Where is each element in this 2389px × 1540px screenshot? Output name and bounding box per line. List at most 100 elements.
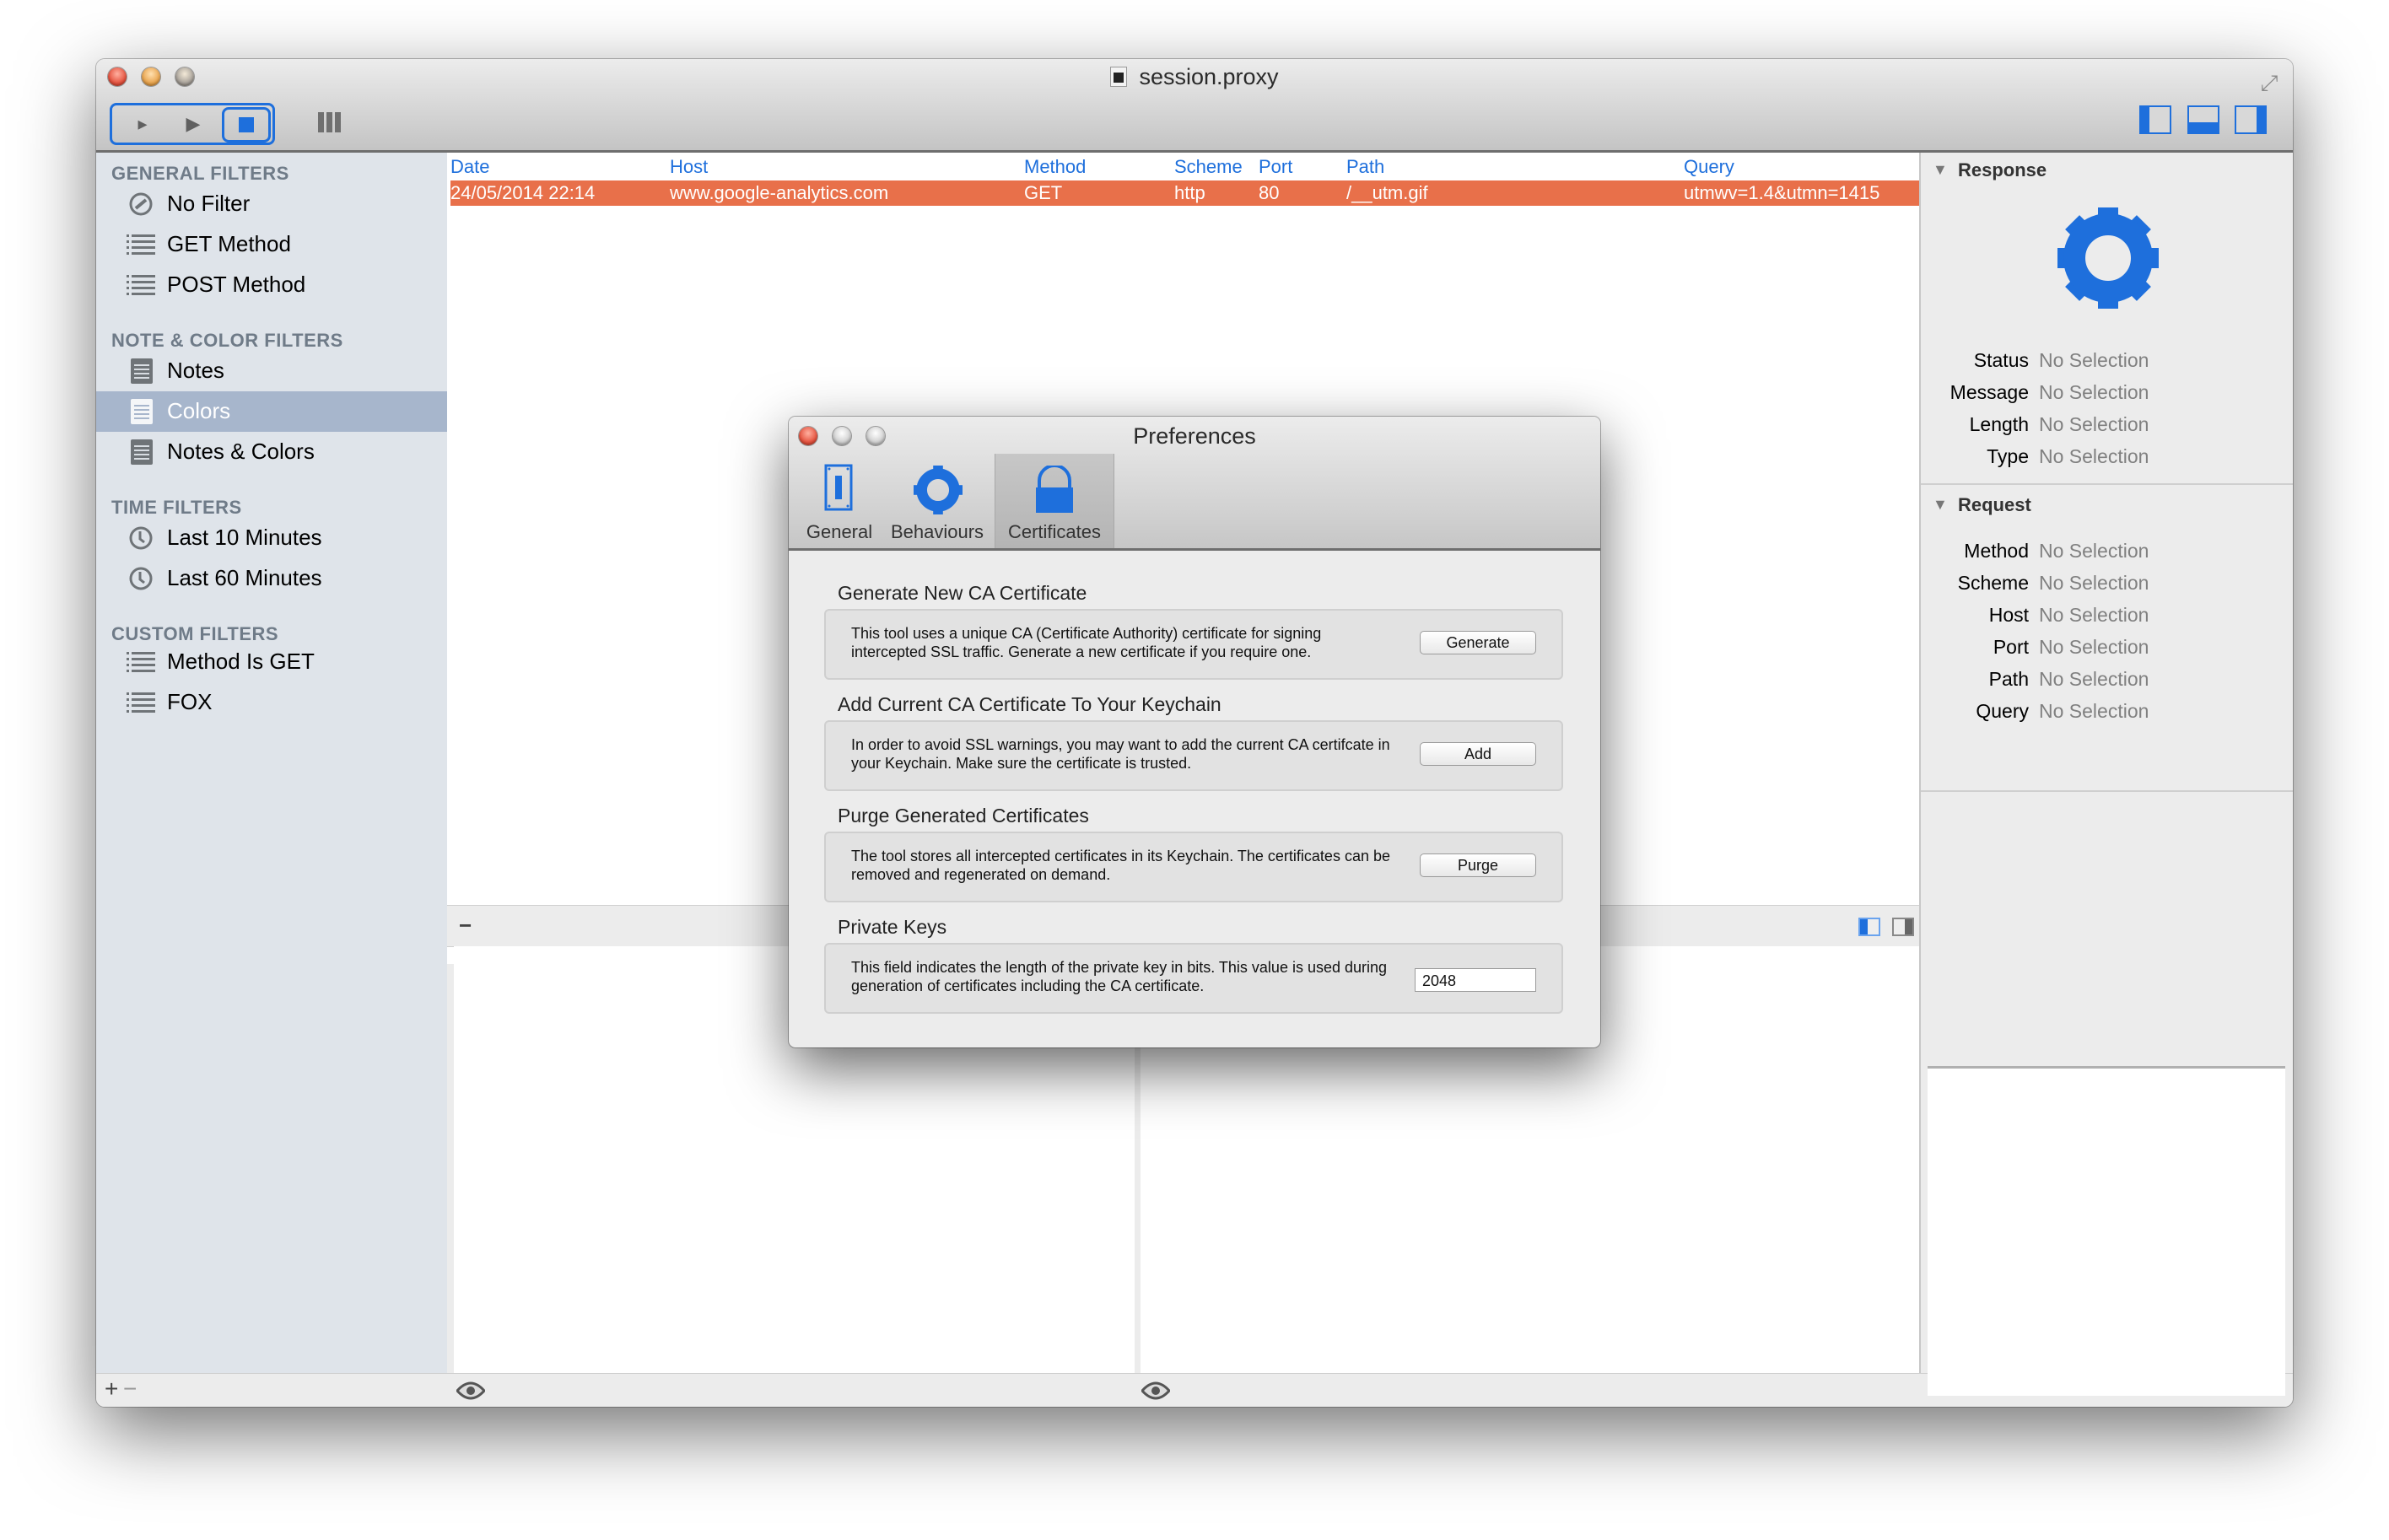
sidebar-item-label: Last 10 Minutes [167,525,322,550]
field-label: Type [1987,445,2029,467]
stop-button[interactable] [222,107,271,143]
eye-icon[interactable] [1141,1381,1170,1401]
split-left-toggle[interactable] [1858,918,1880,936]
response-length-row: Length No Selection [1921,413,2293,444]
add-filter-button[interactable]: + [105,1376,118,1403]
bottom-panel-icon [2189,122,2218,132]
collapse-button[interactable]: − [459,913,472,939]
response-type-row: Type No Selection [1921,445,2293,476]
sidebar-item-last-60-minutes[interactable]: Last 60 Minutes [96,558,447,599]
sidebar-item-last-10-minutes[interactable]: Last 10 Minutes [96,518,447,558]
dialog-titlebar: Preferences General Behaviours Certifica… [789,417,1600,551]
tab-certificates[interactable]: Certificates [995,454,1114,548]
field-label: Status [1973,349,2029,371]
eye-icon[interactable] [456,1381,485,1401]
clock-icon [129,567,153,590]
sidebar-item-get-method[interactable]: GET Method [96,224,447,265]
tab-general[interactable]: General [797,454,882,548]
column-header-date[interactable]: Date [450,156,489,178]
request-section-title: Request [1958,494,2031,515]
field-value: No Selection [2039,636,2149,658]
play-icon: ▶ [186,113,201,134]
field-value: No Selection [2039,604,2149,626]
list-icon [127,652,155,672]
field-label: Port [1993,636,2029,658]
list-icon [127,234,155,255]
sidebar-item-notes[interactable]: Notes [96,351,447,391]
field-value: No Selection [2039,381,2149,403]
response-message-row: Message No Selection [1921,381,2293,412]
disclosure-triangle-icon[interactable]: ▼ [1933,496,1948,514]
note-textarea[interactable] [1928,1066,2285,1396]
section-divider [1921,483,2293,485]
sidebar-item-colors[interactable]: Colors [96,391,447,432]
cell-method: GET [1024,182,1063,203]
sidebar-item-label: Notes & Colors [167,439,315,464]
columns-icon[interactable] [317,111,342,133]
sidebar-item-fox[interactable]: FOX [96,682,447,723]
table-row[interactable]: 24/05/2014 22:14 www.google-analytics.co… [450,180,1919,206]
group-title-purge: Purge Generated Certificates [838,805,1089,827]
sidebar-item-label: No Filter [167,191,251,216]
group-description: This field indicates the length of the p… [851,959,1388,994]
cell-date: 24/05/2014 22:14 [450,182,596,203]
sidebar-item-no-filter[interactable]: No Filter [96,184,447,224]
step-button[interactable]: ▸︎ [117,105,168,143]
group-private-keys: This field indicates the length of the p… [824,943,1563,1014]
generate-button[interactable]: Generate [1420,631,1536,654]
toggle-left-panel-button[interactable] [2139,105,2171,134]
left-pane-icon [1860,919,1868,934]
group-title-generate: Generate New CA Certificate [838,582,1087,604]
sidebar-item-label: Colors [167,398,231,423]
field-value: No Selection [2039,540,2149,562]
section-time-filters: TIME FILTERS [111,497,242,518]
disclosure-triangle-icon[interactable]: ▼ [1933,161,1948,179]
column-header-scheme[interactable]: Scheme [1174,156,1243,178]
sidebar-item-post-method[interactable]: POST Method [96,265,447,305]
request-port-row: Port No Selection [1921,636,2293,666]
sidebar-item-method-is-get[interactable]: Method Is GET [96,642,447,682]
column-header-method[interactable]: Method [1024,156,1086,178]
toggle-bottom-panel-button[interactable] [2187,105,2219,134]
right-pane-icon [1905,919,1912,934]
section-general-filters: GENERAL FILTERS [111,163,289,184]
sidebar-item-label: FOX [167,689,213,714]
gear-icon [2057,207,2159,309]
purge-button[interactable]: Purge [1420,853,1536,877]
notepad-icon [131,439,153,465]
private-key-length-input[interactable]: 2048 [1415,968,1536,992]
toggle-right-panel-button[interactable] [2235,105,2267,134]
field-label: Method [1964,540,2029,562]
add-button[interactable]: Add [1420,742,1536,766]
field-value: No Selection [2039,700,2149,722]
sidebar-item-label: Method Is GET [167,649,315,674]
left-panel-icon [2141,107,2149,132]
request-method-row: Method No Selection [1921,540,2293,570]
play-button[interactable]: ▶ [168,105,218,143]
field-label: Host [1988,604,2029,626]
tab-label: General [806,521,873,542]
field-label: Path [1988,668,2029,690]
sidebar-item-notes-colors[interactable]: Notes & Colors [96,432,447,472]
cell-query: utmwv=1.4&utmn=1415 [1684,182,1880,203]
tab-behaviours[interactable]: Behaviours [883,454,991,548]
fullscreen-icon[interactable]: ⤢ [2257,71,2281,94]
column-header-host[interactable]: Host [670,156,708,178]
group-purge: The tool stores all intercepted certific… [824,832,1563,902]
cell-scheme: http [1174,182,1205,203]
dialog-title: Preferences [1133,423,1256,449]
column-header-query[interactable]: Query [1684,156,1734,178]
notepad-icon [131,399,153,424]
cell-path: /__utm.gif [1346,182,1428,203]
column-header-path[interactable]: Path [1346,156,1384,178]
gear-icon [914,466,963,514]
split-right-toggle[interactable] [1892,918,1914,936]
tab-label: Certificates [1007,521,1102,542]
field-value: No Selection [2039,445,2149,467]
remove-filter-button[interactable]: − [123,1376,137,1403]
section-divider [1921,790,2293,792]
column-header-port[interactable]: Port [1259,156,1292,178]
inspector-panel: ▼ Response Status No Selection Message No … [1919,153,2293,1396]
switch-icon [824,464,853,511]
field-value: No Selection [2039,413,2149,435]
